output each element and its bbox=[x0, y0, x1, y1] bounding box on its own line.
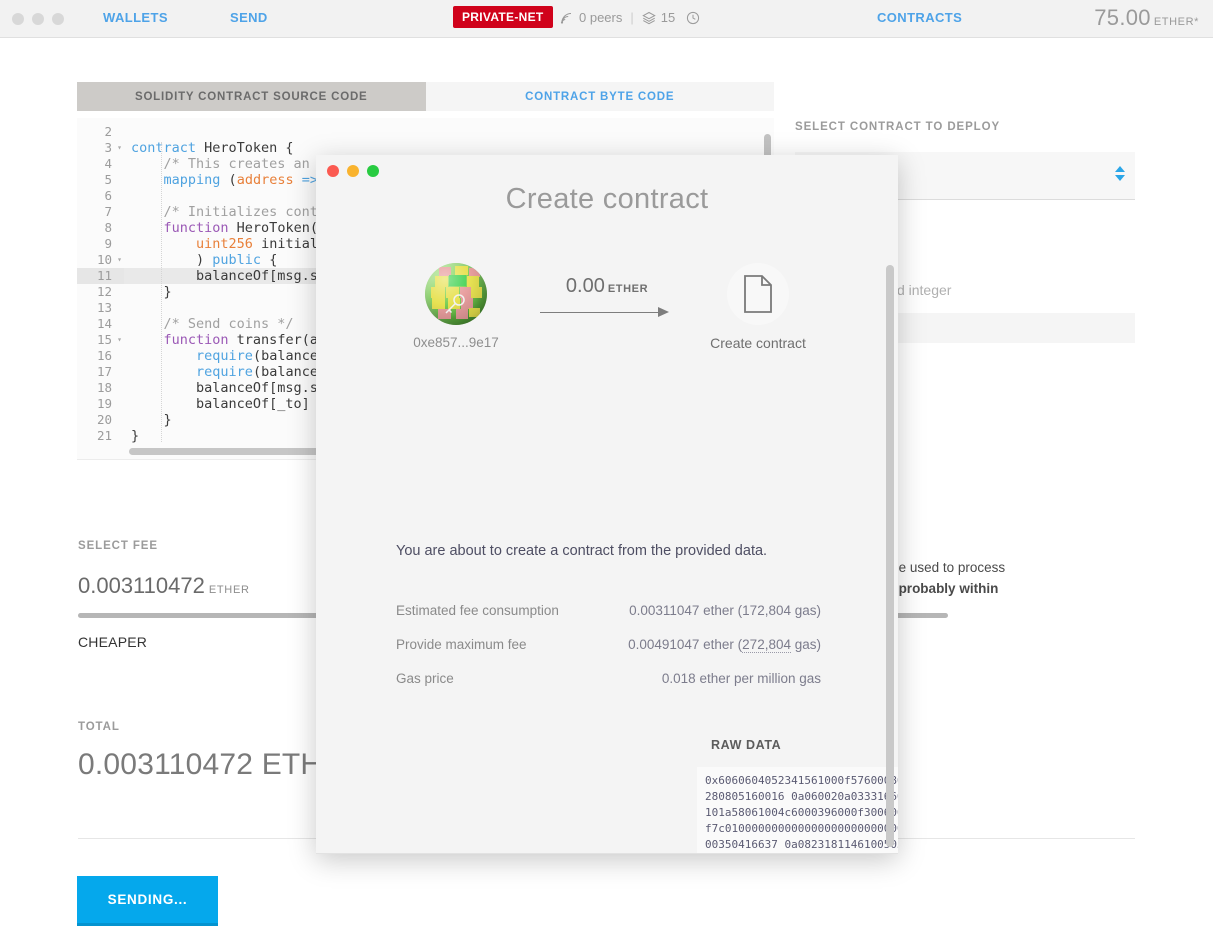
chevron-updown-icon bbox=[1115, 166, 1125, 181]
select-contract-to-deploy-label: SELECT CONTRACT TO DEPLOY bbox=[795, 121, 1001, 133]
line-number: 8 bbox=[104, 220, 112, 235]
fold-toggle-icon[interactable]: ▾ bbox=[117, 140, 122, 156]
balance-unit: ETHER* bbox=[1153, 16, 1199, 28]
close-window-button[interactable] bbox=[12, 12, 24, 25]
fee-unit: ETHER bbox=[208, 584, 250, 596]
note-line-2-bold: probably within bbox=[898, 581, 999, 596]
clock-icon bbox=[686, 11, 700, 25]
line-number: 14 bbox=[96, 316, 112, 331]
send-transaction-button[interactable]: SENDING... bbox=[77, 876, 218, 926]
to-caption: Create contract bbox=[710, 335, 806, 351]
line-number: 15 ▾ bbox=[96, 332, 122, 348]
flow-arrow-icon bbox=[532, 307, 682, 319]
fold-toggle-icon[interactable]: ▾ bbox=[117, 332, 122, 348]
network-badge: PRIVATE-NET bbox=[453, 6, 553, 28]
raw-data-content: 0x6060604052341561000f57600080fd5b604051… bbox=[705, 774, 898, 851]
line-number: 11 bbox=[77, 268, 124, 284]
raw-data-label: RAW DATA bbox=[711, 738, 782, 752]
account-identicon-icon bbox=[425, 263, 487, 325]
account-balance: 75.00 ETHER* bbox=[1094, 5, 1199, 31]
line-number: 7 bbox=[104, 204, 112, 219]
raw-data-box[interactable]: 0x6060604052341561000f57600080fd5b604051… bbox=[697, 767, 898, 854]
block-count-label: 15 bbox=[660, 10, 676, 25]
line-number: 16 bbox=[96, 348, 112, 363]
key-icon bbox=[445, 294, 465, 314]
fee-slider-cheaper-label: CHEAPER bbox=[78, 634, 148, 650]
line-number: 6 bbox=[104, 188, 112, 203]
code-line: contract HeroToken { bbox=[131, 140, 294, 156]
line-number: 5 bbox=[104, 172, 112, 187]
line-number: 3 ▾ bbox=[104, 140, 122, 156]
transfer-amount-block: 0.00 ETHER bbox=[532, 263, 682, 319]
from-account: 0xe857...9e17 bbox=[380, 263, 532, 350]
modal-maximize-button[interactable] bbox=[367, 165, 379, 177]
modal-bottom-divider bbox=[316, 853, 898, 854]
fee-row-value: 0.018 ether per million gas bbox=[661, 671, 821, 686]
modal-window-controls[interactable] bbox=[327, 165, 379, 177]
tab-contract-bytecode[interactable]: CONTRACT BYTE CODE bbox=[425, 82, 774, 111]
line-number: 9 bbox=[104, 236, 112, 251]
peer-count-label: 0 peers bbox=[579, 10, 623, 25]
line-number: 4 bbox=[104, 156, 112, 171]
total-label: TOTAL bbox=[78, 721, 120, 733]
editor-line-numbers: 2 3 ▾ 4 5 6 7 8 9 10 ▾ 11 12 13 14 15 ▾ 16 17 18 19 20 21 bbox=[77, 118, 124, 459]
mist-wallet-window: WALLETS SEND CONTRACTS PRIVATE-NET 0 pee… bbox=[0, 0, 1213, 947]
code-view-tabs: SOLIDITY CONTRACT SOURCE CODE CONTRACT B… bbox=[77, 82, 774, 111]
transaction-flow: 0xe857...9e17 0.00 ETHER Create contract bbox=[316, 263, 898, 351]
nav-item-wallets[interactable]: WALLETS bbox=[103, 10, 168, 25]
line-number: 19 bbox=[96, 396, 112, 411]
line-number: 21 bbox=[96, 428, 112, 443]
node-status-indicators: 0 peers | 15 bbox=[560, 10, 700, 25]
maximize-window-button[interactable] bbox=[52, 12, 64, 25]
line-number: 12 bbox=[96, 284, 112, 299]
fee-row-label: Provide maximum fee bbox=[396, 637, 527, 652]
gas-limit-value: 172,804 bbox=[742, 603, 791, 618]
indent-guide bbox=[161, 142, 162, 442]
fee-row: Estimated fee consumption 0.00311047 ethe… bbox=[396, 603, 821, 618]
selected-fee-value: 0.003110472 ETHER bbox=[78, 573, 250, 599]
fee-row-label: Gas price bbox=[396, 671, 454, 686]
line-number: 10 ▾ bbox=[96, 252, 122, 268]
fee-row-label: Estimated fee consumption bbox=[396, 603, 559, 618]
modal-close-button[interactable] bbox=[327, 165, 339, 177]
transfer-amount: 0.00 ETHER bbox=[532, 275, 682, 298]
modal-vertical-scrollbar[interactable] bbox=[886, 265, 894, 847]
nav-item-send[interactable]: SEND bbox=[230, 10, 268, 25]
line-number: 20 bbox=[96, 412, 112, 427]
from-address: 0xe857...9e17 bbox=[413, 335, 499, 350]
window-controls[interactable] bbox=[12, 12, 64, 25]
status-divider: | bbox=[630, 10, 634, 25]
fee-row-value: 0.00491047 ether (272,804 gas) bbox=[628, 637, 821, 653]
modal-minimize-button[interactable] bbox=[347, 165, 359, 177]
select-fee-label: SELECT FEE bbox=[78, 540, 158, 552]
fee-row-value: 0.00311047 ether (172,804 gas) bbox=[629, 603, 821, 618]
minimize-window-button[interactable] bbox=[32, 12, 44, 25]
fee-summary-table: Estimated fee consumption 0.00311047 ethe… bbox=[396, 603, 821, 705]
fee-number: 0.003110472 bbox=[78, 573, 205, 598]
fee-row: Gas price 0.018 ether per million gas bbox=[396, 671, 821, 686]
create-contract-modal: Create contract 0xe857...9e17 0.00 ETHER… bbox=[316, 155, 898, 854]
contract-document-icon bbox=[727, 263, 789, 325]
gas-limit-value[interactable]: 272,804 bbox=[742, 637, 791, 653]
tab-solidity-source[interactable]: SOLIDITY CONTRACT SOURCE CODE bbox=[77, 82, 426, 111]
nav-item-contracts[interactable]: CONTRACTS bbox=[877, 10, 962, 25]
line-number: 17 bbox=[96, 364, 112, 379]
modal-description: You are about to create a contract from … bbox=[396, 543, 768, 559]
fold-toggle-icon[interactable]: ▾ bbox=[117, 252, 122, 268]
signal-icon bbox=[560, 11, 574, 24]
modal-title: Create contract bbox=[505, 183, 709, 215]
to-target: Create contract bbox=[682, 263, 834, 351]
line-number: 18 bbox=[96, 380, 112, 395]
line-number: 13 bbox=[96, 300, 112, 315]
layers-icon bbox=[642, 11, 656, 25]
amount-unit: ETHER bbox=[607, 283, 649, 295]
line-number: 2 bbox=[104, 124, 112, 139]
fee-row: Provide maximum fee 0.00491047 ether (272… bbox=[396, 637, 821, 653]
amount-number: 0.00 bbox=[565, 275, 605, 297]
balance-amount: 75.00 bbox=[1094, 5, 1151, 30]
